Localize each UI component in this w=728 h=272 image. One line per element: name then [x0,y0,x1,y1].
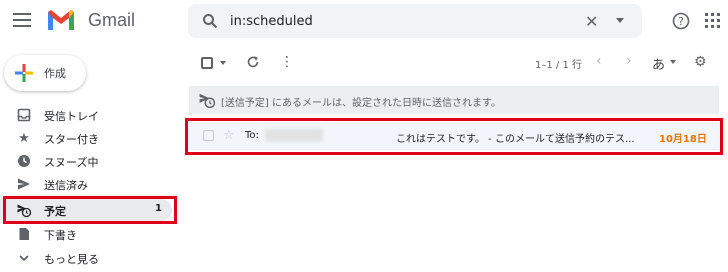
select-options-caret-icon[interactable] [220,61,226,65]
svg-text:?: ? [678,15,684,28]
help-icon[interactable]: ? [672,12,690,30]
sidebar-item-sent[interactable]: 送信済み [0,173,172,195]
inbox-icon [17,108,31,122]
gmail-wordmark: Gmail [88,10,136,30]
scheduled-info-banner: [送信予定] にあるメールは、設定された日時に送信されます。 [189,86,719,114]
main-menu-icon[interactable] [13,13,31,27]
close-icon[interactable]: ✕ [585,12,598,31]
highlight-box-email [185,118,723,155]
pagination-range: 1–1 / 1 行 [535,60,582,71]
refresh-icon[interactable] [246,55,260,69]
plus-icon [15,64,33,82]
gear-icon[interactable]: ⚙ [694,54,707,70]
sidebar-item-label: もっと見る [44,253,99,266]
apps-grid-icon[interactable] [705,13,721,29]
chevron-right-icon[interactable]: › [626,53,632,69]
sidebar-item-snoozed[interactable]: スヌーズ中 [0,150,172,172]
more-vert-icon[interactable]: ⋮ [280,55,294,69]
sidebar-item-label: 下書き [44,229,77,242]
clock-icon [18,155,30,167]
input-tools-caret-icon[interactable] [670,60,676,64]
sidebar-item-drafts[interactable]: 下書き [0,223,172,245]
highlight-box-sidebar [3,196,177,224]
compose-label: 作成 [44,67,66,80]
chevron-left-icon[interactable]: ‹ [596,53,602,69]
sidebar-item-inbox[interactable]: 受信トレイ [0,104,172,126]
search-icon[interactable] [202,13,218,29]
sidebar-item-label: 受信トレイ [44,110,99,123]
send-icon [18,178,30,190]
sidebar-item-starred[interactable]: ★ スター付き [0,127,172,149]
star-icon: ★ [18,130,30,146]
compose-button[interactable]: 作成 [4,55,86,91]
chevron-down-icon [19,255,29,262]
select-all-checkbox[interactable] [201,57,213,69]
sidebar-item-more[interactable]: もっと見る [0,247,172,269]
search-input[interactable] [230,10,560,32]
info-banner-text: [送信予定] にあるメールは、設定された日時に送信されます。 [221,98,501,109]
sidebar-item-label: 送信済み [44,179,88,192]
draft-icon [19,228,29,240]
search-options-caret-icon[interactable] [616,18,624,23]
sidebar-item-label: スヌーズ中 [44,156,99,169]
gmail-logo[interactable] [46,8,76,32]
search-bar[interactable]: ✕ [188,4,642,38]
scheduled-send-icon [199,93,215,108]
sidebar-item-label: スター付き [44,133,99,146]
input-tools-button[interactable]: あ [652,54,665,73]
